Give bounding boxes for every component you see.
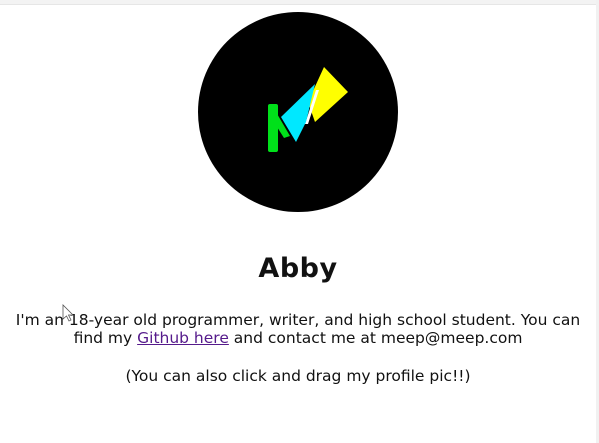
drag-hint: (You can also click and drag my profile …	[125, 367, 471, 385]
bio-text: I'm an 18-year old programmer, writer, a…	[0, 311, 596, 347]
bio-outro: and contact me at meep@meep.com	[228, 329, 523, 347]
mouse-cursor-icon	[62, 304, 74, 322]
page-title: Abby	[258, 253, 338, 284]
top-border	[0, 0, 599, 5]
profile-picture[interactable]	[198, 12, 398, 212]
profile-logo-icon	[268, 67, 348, 152]
github-link[interactable]: Github here	[137, 329, 229, 347]
avatar[interactable]	[198, 12, 398, 212]
